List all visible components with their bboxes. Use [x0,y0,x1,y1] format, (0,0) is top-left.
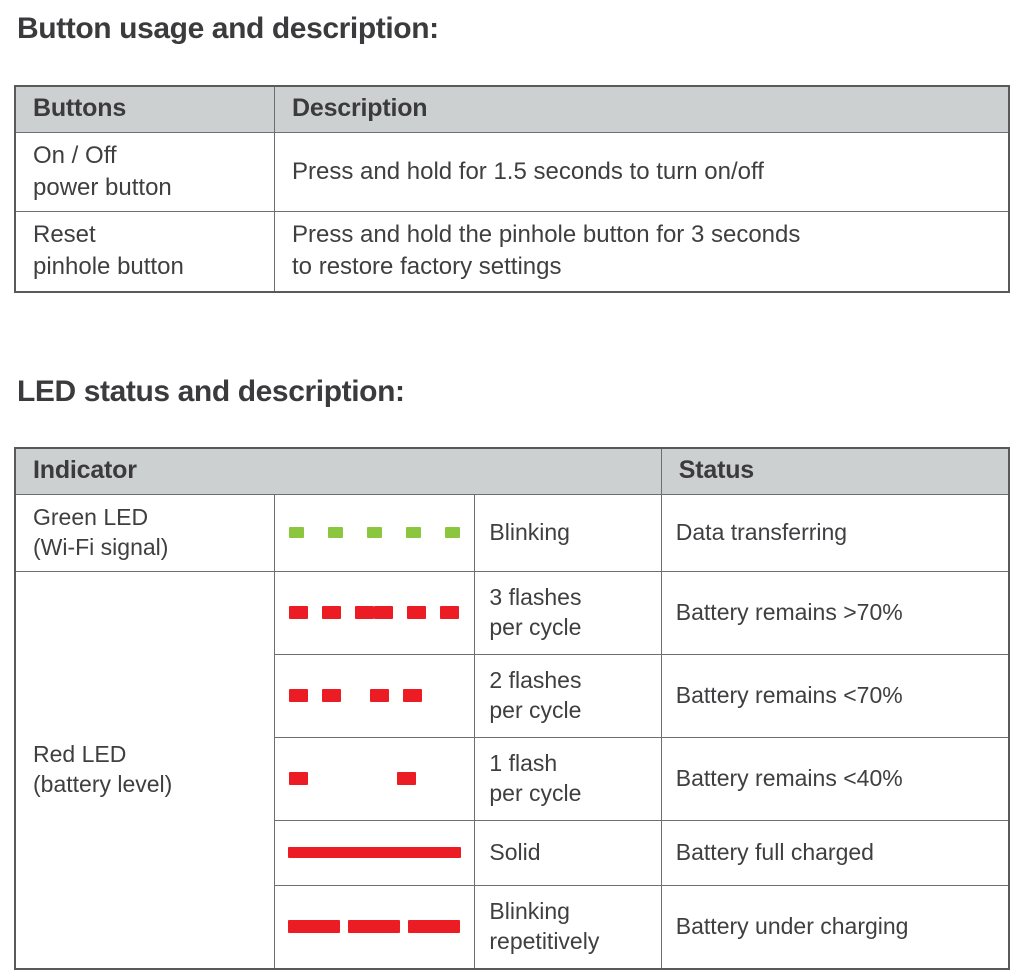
status-text: Data transferring [675,519,848,546]
button-description-text: Press and hold the pinhole button for 3 … [292,221,801,281]
table-row: Reset pinhole button Press and hold the … [14,211,1010,293]
cell-button-description: Press and hold for 1.5 seconds to turn o… [274,131,1010,213]
led-dash-red-long [408,920,461,934]
led-flash-group [289,606,374,620]
cell-status: Battery full charged [660,819,1010,886]
cell-status: Battery remains <70% [660,653,1010,738]
led-dash-red-long [288,920,340,934]
led-flash-group [289,689,341,703]
button-description-text: Press and hold for 1.5 seconds to turn o… [292,157,764,185]
led-pattern-red-solid [275,821,474,885]
led-flash-group [374,606,459,620]
cell-behavior: 2 flashes per cycle [474,653,662,738]
behavior-text: Blinking repetitively [489,897,600,955]
cell-status: Battery remains <40% [660,736,1010,821]
document-page: Button usage and description: Buttons De… [0,0,1024,971]
led-dash-red [370,689,390,703]
cell-behavior: 1 flash per cycle [474,736,662,821]
behavior-text: 3 flashes per cycle [489,583,582,641]
led-bar-red-solid [288,847,462,859]
cell-pattern-green-blink [273,494,476,572]
column-header-description: Description [274,85,1010,133]
cell-behavior: Blinking repetitively [474,884,662,970]
led-dash-red [322,606,341,620]
cell-indicator-green-led: Green LED (Wi-Fi signal) [14,494,275,572]
led-flash-group [370,689,423,703]
led-dash-red [355,606,374,620]
table-header-row: Buttons Description [14,85,1010,133]
led-flash-group [397,772,417,786]
table-header-row: Indicator Status [14,447,1010,495]
led-pattern-red-2-flashes [275,655,474,737]
section-heading-button-usage: Button usage and description: [17,12,439,45]
led-dash-green [289,527,304,539]
led-pattern-red-blinking-repetitively [275,886,474,968]
led-dash-green [367,527,383,539]
cell-pattern-red-blinking-repetitively [273,884,476,970]
led-dash-red [289,606,308,620]
status-text: Battery remains <40% [675,765,903,792]
column-header-status: Status [660,447,1010,495]
led-dash-red-long [348,920,401,934]
cell-pattern-red-3-flashes [273,570,476,655]
led-dash-green [406,527,422,539]
cell-indicator-red-led: Red LED (battery level) [14,570,275,970]
behavior-text: Solid [489,839,541,866]
led-pattern-red-1-flash [275,738,474,820]
led-flash-group [289,772,308,786]
led-dash-red [407,606,426,620]
behavior-text: 2 flashes per cycle [489,666,582,724]
status-text: Battery full charged [675,839,874,866]
cell-button-name: On / Off power button [14,131,276,213]
led-dash-red [322,689,341,703]
status-text: Battery remains <70% [675,682,903,709]
led-pattern-red-3-flashes [275,572,474,654]
cell-behavior: Blinking [474,494,662,572]
cell-pattern-red-1-flash [273,736,476,821]
table-row-green-led: Green LED (Wi-Fi signal) Blinking Data t… [14,494,1010,572]
led-dash-red [289,689,308,703]
led-dash-red [403,689,423,703]
indicator-label-text: Red LED (battery level) [33,740,173,798]
table-row-red-led-3-flashes: Red LED (battery level) 3 flashes per cy… [14,570,1010,970]
led-dash-green [445,527,461,539]
button-usage-table: Buttons Description On / Off power butto… [14,85,1010,293]
column-header-indicator: Indicator [14,447,662,495]
cell-status: Battery remains >70% [660,570,1010,655]
status-text: Battery remains >70% [675,599,903,626]
led-pattern-green-blinking [275,495,474,571]
button-name-text: On / Off power button [33,142,172,201]
cell-pattern-red-2-flashes [273,653,476,738]
indicator-label-text: Green LED (Wi-Fi signal) [33,504,169,561]
led-dash-red [397,772,417,786]
cell-status: Battery under charging [660,884,1010,970]
section-heading-led-status: LED status and description: [17,375,405,408]
led-dash-green [328,527,344,539]
cell-behavior: Solid [474,819,662,886]
cell-button-description: Press and hold the pinhole button for 3 … [274,211,1010,293]
column-header-buttons: Buttons [14,85,276,133]
behavior-text: 1 flash per cycle [489,749,582,807]
button-name-text: Reset pinhole button [33,221,184,281]
status-text: Battery under charging [675,913,909,940]
led-dash-red [374,606,393,620]
cell-behavior: 3 flashes per cycle [474,570,662,655]
led-dash-red [440,606,459,620]
cell-status: Data transferring [660,494,1010,572]
cell-button-name: Reset pinhole button [14,211,276,293]
table-row: On / Off power button Press and hold for… [14,131,1010,213]
cell-pattern-red-solid [273,819,476,886]
behavior-text: Blinking [489,519,570,546]
led-status-table: Indicator Status Green LED (Wi-Fi signal… [14,447,1010,970]
led-dash-red [289,772,308,786]
